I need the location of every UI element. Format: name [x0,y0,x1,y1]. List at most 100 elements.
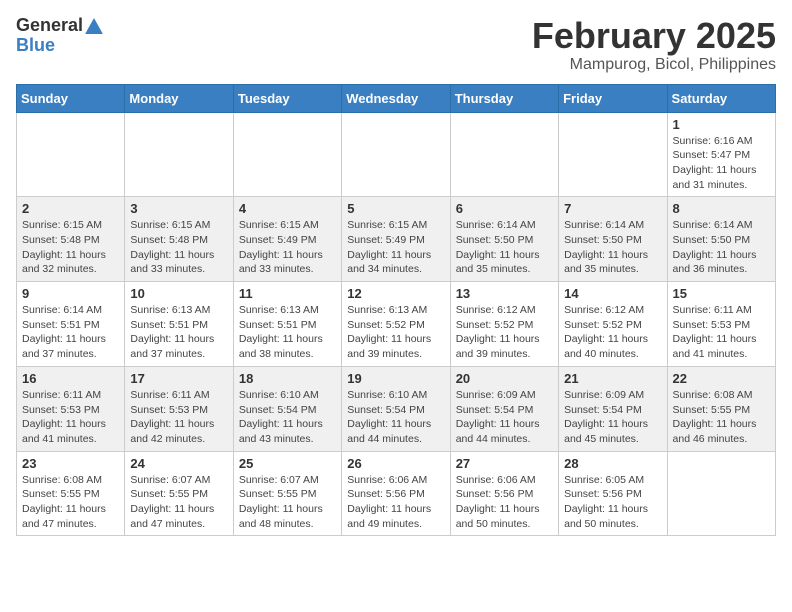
logo: General Blue [16,16,103,56]
week-row-5: 23Sunrise: 6:08 AM Sunset: 5:55 PM Dayli… [17,451,776,536]
day-info: Sunrise: 6:06 AM Sunset: 5:56 PM Dayligh… [347,473,444,532]
day-number: 8 [673,201,770,216]
day-number: 9 [22,286,119,301]
day-cell: 14 Sunrise: 6:12 AM Sunset: 5:52 PM Dayli… [559,282,667,367]
day-cell: 3 Sunrise: 6:15 AM Sunset: 5:48 PM Daylig… [125,197,233,282]
day-number: 12 [347,286,444,301]
day-number: 24 [130,456,227,471]
day-cell [559,112,667,197]
day-info: Sunrise: 6:16 AM Sunset: 5:47 PM Dayligh… [673,134,770,193]
day-info: Sunrise: 6:14 AM Sunset: 5:50 PM Dayligh… [673,218,770,277]
day-cell: 12 Sunrise: 6:13 AM Sunset: 5:52 PM Dayli… [342,282,450,367]
calendar-table: SundayMondayTuesdayWednesdayThursdayFrid… [16,84,776,537]
week-row-3: 9 Sunrise: 6:14 AM Sunset: 5:51 PM Daylig… [17,282,776,367]
day-cell: 21 Sunrise: 6:09 AM Sunset: 5:54 PM Dayli… [559,366,667,451]
day-info: Sunrise: 6:11 AM Sunset: 5:53 PM Dayligh… [22,388,119,447]
day-cell: 1Sunrise: 6:16 AM Sunset: 5:47 PM Daylig… [667,112,775,197]
day-number: 5 [347,201,444,216]
day-cell: 15 Sunrise: 6:11 AM Sunset: 5:53 PM Dayli… [667,282,775,367]
day-cell: 19Sunrise: 6:10 AM Sunset: 5:54 PM Dayli… [342,366,450,451]
weekday-header-wednesday: Wednesday [342,84,450,112]
day-number: 28 [564,456,661,471]
day-cell [667,451,775,536]
day-cell: 27Sunrise: 6:06 AM Sunset: 5:56 PM Dayli… [450,451,558,536]
day-info: Sunrise: 6:07 AM Sunset: 5:55 PM Dayligh… [130,473,227,532]
logo-general-text: General [16,16,83,36]
day-info: Sunrise: 6:13 AM Sunset: 5:51 PM Dayligh… [130,303,227,362]
day-info: Sunrise: 6:12 AM Sunset: 5:52 PM Dayligh… [456,303,553,362]
day-number: 3 [130,201,227,216]
day-number: 10 [130,286,227,301]
day-number: 25 [239,456,336,471]
day-info: Sunrise: 6:13 AM Sunset: 5:51 PM Dayligh… [239,303,336,362]
day-cell: 9 Sunrise: 6:14 AM Sunset: 5:51 PM Daylig… [17,282,125,367]
title-area: February 2025 Mampurog, Bicol, Philippin… [532,16,776,74]
weekday-header-tuesday: Tuesday [233,84,341,112]
day-info: Sunrise: 6:08 AM Sunset: 5:55 PM Dayligh… [22,473,119,532]
day-number: 20 [456,371,553,386]
day-info: Sunrise: 6:15 AM Sunset: 5:48 PM Dayligh… [22,218,119,277]
day-cell [233,112,341,197]
day-cell [342,112,450,197]
weekday-header-sunday: Sunday [17,84,125,112]
day-info: Sunrise: 6:09 AM Sunset: 5:54 PM Dayligh… [456,388,553,447]
weekday-header-friday: Friday [559,84,667,112]
header: General Blue February 2025 Mampurog, Bic… [16,16,776,74]
day-cell: 6Sunrise: 6:14 AM Sunset: 5:50 PM Daylig… [450,197,558,282]
day-info: Sunrise: 6:14 AM Sunset: 5:51 PM Dayligh… [22,303,119,362]
day-cell: 26 Sunrise: 6:06 AM Sunset: 5:56 PM Dayli… [342,451,450,536]
day-info: Sunrise: 6:08 AM Sunset: 5:55 PM Dayligh… [673,388,770,447]
day-number: 15 [673,286,770,301]
weekday-header-saturday: Saturday [667,84,775,112]
day-info: Sunrise: 6:14 AM Sunset: 5:50 PM Dayligh… [564,218,661,277]
day-info: Sunrise: 6:15 AM Sunset: 5:49 PM Dayligh… [347,218,444,277]
day-cell: 13 Sunrise: 6:12 AM Sunset: 5:52 PM Dayli… [450,282,558,367]
day-cell [450,112,558,197]
day-number: 2 [22,201,119,216]
day-number: 21 [564,371,661,386]
day-info: Sunrise: 6:11 AM Sunset: 5:53 PM Dayligh… [130,388,227,447]
day-info: Sunrise: 6:11 AM Sunset: 5:53 PM Dayligh… [673,303,770,362]
day-info: Sunrise: 6:12 AM Sunset: 5:52 PM Dayligh… [564,303,661,362]
location-title: Mampurog, Bicol, Philippines [532,56,776,74]
day-cell: 24 Sunrise: 6:07 AM Sunset: 5:55 PM Dayli… [125,451,233,536]
day-cell: 4 Sunrise: 6:15 AM Sunset: 5:49 PM Daylig… [233,197,341,282]
day-number: 13 [456,286,553,301]
day-number: 14 [564,286,661,301]
day-cell: 17 Sunrise: 6:11 AM Sunset: 5:53 PM Dayli… [125,366,233,451]
day-cell [17,112,125,197]
week-row-4: 16 Sunrise: 6:11 AM Sunset: 5:53 PM Dayli… [17,366,776,451]
day-info: Sunrise: 6:15 AM Sunset: 5:49 PM Dayligh… [239,218,336,277]
day-info: Sunrise: 6:05 AM Sunset: 5:56 PM Dayligh… [564,473,661,532]
day-cell: 11 Sunrise: 6:13 AM Sunset: 5:51 PM Dayli… [233,282,341,367]
day-number: 18 [239,371,336,386]
weekday-header-row: SundayMondayTuesdayWednesdayThursdayFrid… [17,84,776,112]
day-cell: 2 Sunrise: 6:15 AM Sunset: 5:48 PM Daylig… [17,197,125,282]
day-cell: 22 Sunrise: 6:08 AM Sunset: 5:55 PM Dayli… [667,366,775,451]
day-number: 17 [130,371,227,386]
day-number: 4 [239,201,336,216]
day-cell [125,112,233,197]
weekday-header-monday: Monday [125,84,233,112]
day-cell: 10 Sunrise: 6:13 AM Sunset: 5:51 PM Dayli… [125,282,233,367]
day-number: 22 [673,371,770,386]
day-cell: 16 Sunrise: 6:11 AM Sunset: 5:53 PM Dayli… [17,366,125,451]
day-number: 27 [456,456,553,471]
day-cell: 20 Sunrise: 6:09 AM Sunset: 5:54 PM Dayli… [450,366,558,451]
day-info: Sunrise: 6:15 AM Sunset: 5:48 PM Dayligh… [130,218,227,277]
weekday-header-thursday: Thursday [450,84,558,112]
day-info: Sunrise: 6:10 AM Sunset: 5:54 PM Dayligh… [347,388,444,447]
day-cell: 7 Sunrise: 6:14 AM Sunset: 5:50 PM Daylig… [559,197,667,282]
day-cell: 8 Sunrise: 6:14 AM Sunset: 5:50 PM Daylig… [667,197,775,282]
day-info: Sunrise: 6:09 AM Sunset: 5:54 PM Dayligh… [564,388,661,447]
day-cell: 28 Sunrise: 6:05 AM Sunset: 5:56 PM Dayli… [559,451,667,536]
day-number: 26 [347,456,444,471]
day-cell: 23Sunrise: 6:08 AM Sunset: 5:55 PM Dayli… [17,451,125,536]
day-number: 11 [239,286,336,301]
day-number: 7 [564,201,661,216]
week-row-1: 1Sunrise: 6:16 AM Sunset: 5:47 PM Daylig… [17,112,776,197]
day-cell: 25Sunrise: 6:07 AM Sunset: 5:55 PM Dayli… [233,451,341,536]
logo-icon [85,18,103,34]
day-info: Sunrise: 6:13 AM Sunset: 5:52 PM Dayligh… [347,303,444,362]
day-number: 16 [22,371,119,386]
